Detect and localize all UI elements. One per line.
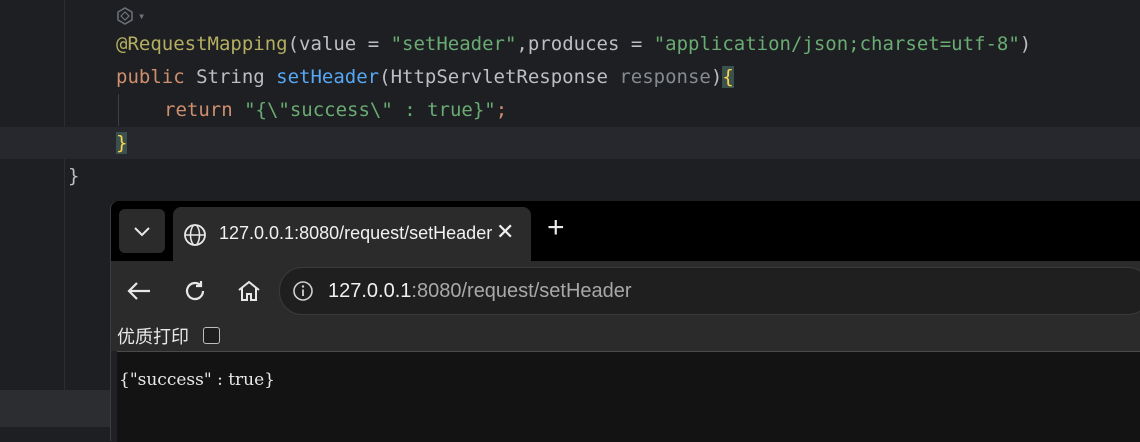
chevron-down-icon[interactable]: ▾ [138,9,145,23]
code-line-method-signature[interactable]: public String setHeader(HttpServletRespo… [116,61,734,93]
reload-icon[interactable] [179,275,211,307]
tab-bar: 127.0.0.1:8080/request/setHeader ✕ + [111,201,1140,261]
home-icon[interactable] [233,275,265,307]
indent-guide [118,94,119,126]
browser-toolbar: 127.0.0.1:8080/request/setHeader [111,261,1140,319]
url-host: 127.0.0.1 [328,280,412,302]
editor-gutter-panel [0,390,110,427]
chevron-down-icon [133,221,151,242]
ai-assist-icon[interactable]: ▾ [116,6,150,26]
tab-title: 127.0.0.1:8080/request/setHeader [219,223,493,243]
tab-search-button[interactable] [119,209,165,253]
current-line-highlight [0,127,1140,159]
address-bar[interactable]: 127.0.0.1:8080/request/setHeader [279,267,1140,315]
code-line-annotation[interactable]: @RequestMapping(value = "setHeader",prod… [116,28,1031,60]
info-icon[interactable] [292,280,314,302]
code-line-class-close-brace[interactable]: } [68,160,79,192]
new-tab-button[interactable]: + [547,213,565,243]
url-text: 127.0.0.1:8080/request/setHeader [328,280,632,303]
code-line-close-brace[interactable]: } [116,127,128,159]
pretty-print-bar: 优质打印 [111,319,1140,351]
code-line-return[interactable]: return "{\"success\" : true}"; [164,94,507,126]
pretty-print-label: 优质打印 [117,327,189,348]
close-icon[interactable]: ✕ [496,219,514,245]
editor-gutter [0,0,65,390]
back-icon[interactable] [123,275,155,307]
pretty-print-checkbox[interactable] [203,327,220,344]
browser-window: 127.0.0.1:8080/request/setHeader ✕ + 127… [110,201,1140,442]
page-content: {"success" : true} [117,351,1140,442]
tab-active[interactable]: 127.0.0.1:8080/request/setHeader ✕ [173,207,531,261]
url-path: :8080/request/setHeader [411,280,632,302]
globe-icon [183,223,207,247]
response-body: {"success" : true} [119,370,275,390]
